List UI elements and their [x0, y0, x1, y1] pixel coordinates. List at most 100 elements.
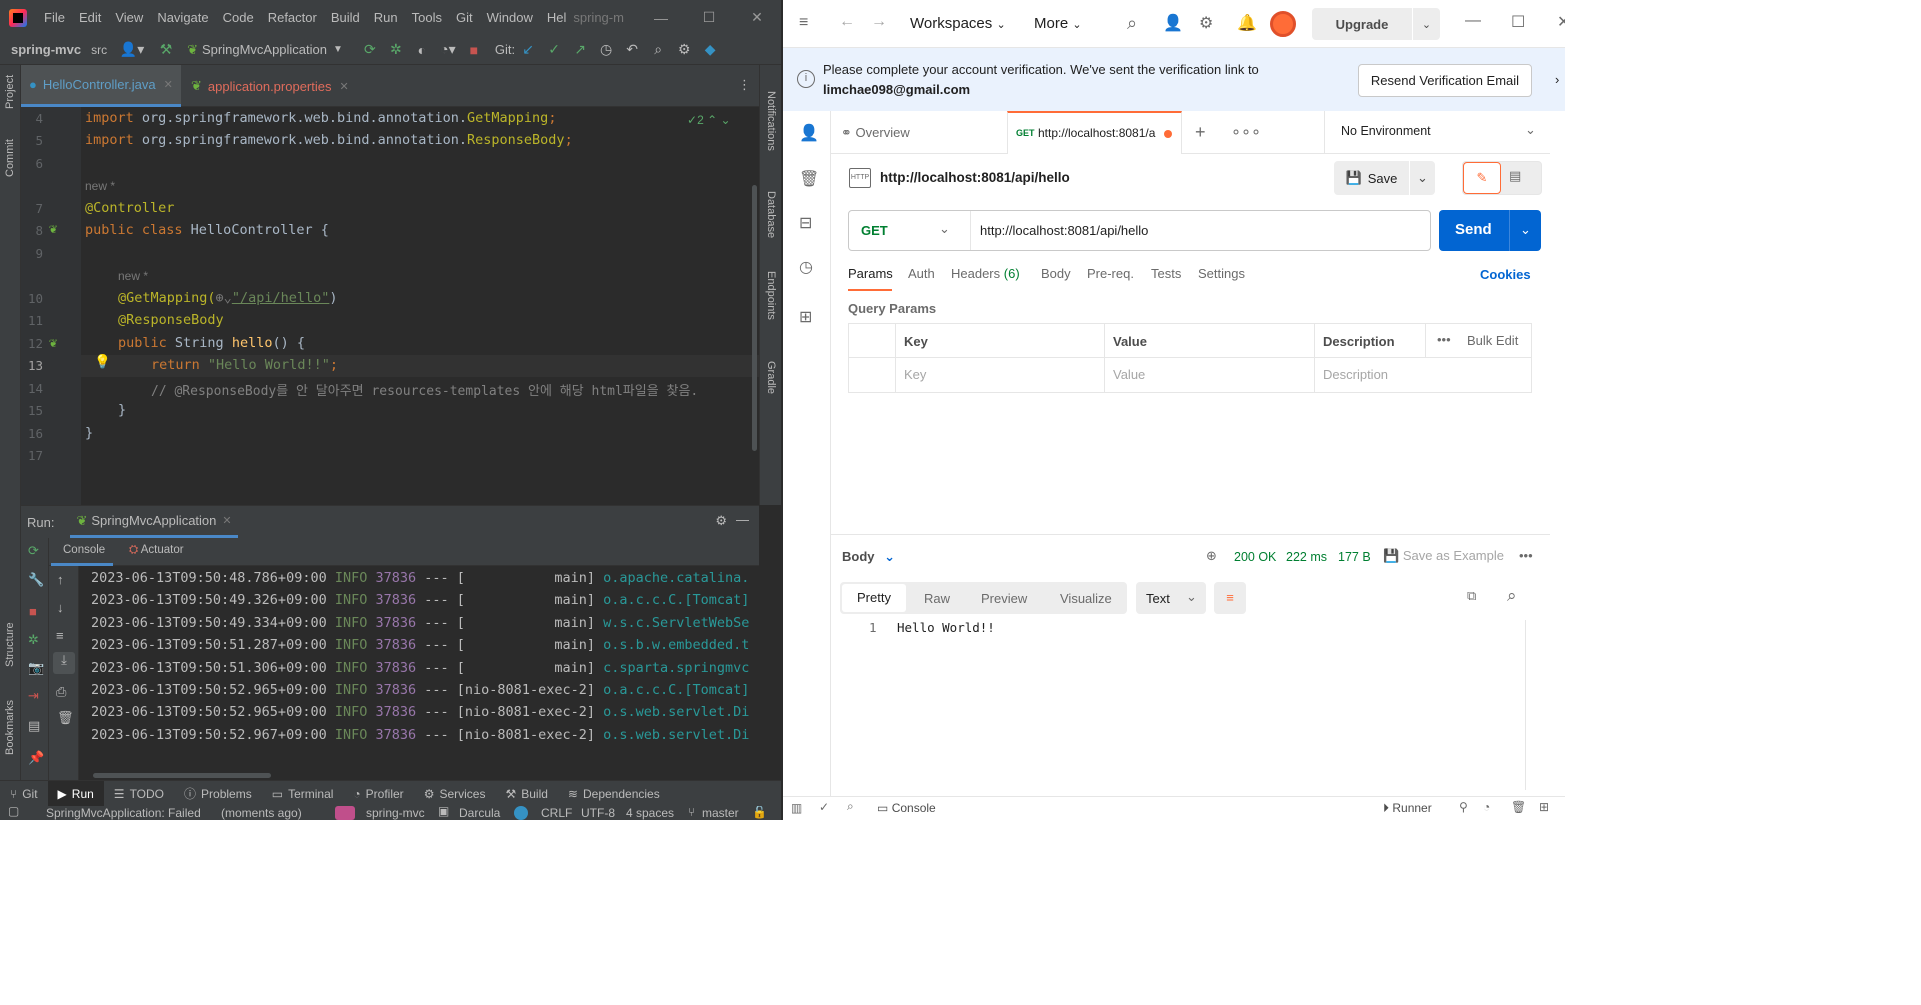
rerun-icon[interactable]: ⟳ [357, 39, 383, 61]
upgrade-dropdown[interactable]: ⌄ [1413, 8, 1440, 40]
tab-application-properties[interactable]: ❦ application.properties ✕ [183, 65, 373, 107]
bookmarks-tool-tab[interactable]: Bookmarks [4, 700, 16, 755]
minimize-panel-icon[interactable]: — [736, 512, 749, 527]
code-with-me-icon[interactable]: ◆ [697, 39, 723, 61]
banner-close-icon[interactable]: › [1555, 72, 1559, 87]
menu-file[interactable]: File [37, 10, 72, 25]
coverage-icon[interactable]: ◐ [409, 39, 435, 61]
run-config-selector[interactable]: ❦ SpringMvcApplication ▼ [187, 42, 343, 58]
log-cls[interactable]: o.a.c.c.C.[Tomcat] [603, 592, 749, 608]
add-widget-icon[interactable]: ⊞ [799, 307, 812, 327]
tool-tab-run[interactable]: ▶ Run [47, 780, 104, 807]
status-theme[interactable]: Darcula [459, 806, 500, 820]
menu-navigate[interactable]: Navigate [150, 10, 215, 25]
menu-build[interactable]: Build [324, 10, 367, 25]
new-tab-icon[interactable]: + [1195, 122, 1206, 143]
comment-icon[interactable]: ▤ [1509, 168, 1521, 184]
globe-hint-icon[interactable]: ⊕⌄ [216, 290, 232, 306]
code-editor[interactable]: 4 5 6 7 8 9 10 11 12 13 14 15 16 17 ❦ ❦ … [21, 107, 759, 505]
close-tab-icon[interactable]: ✕ [222, 514, 231, 527]
description-input[interactable]: Description [1323, 367, 1388, 382]
rollback-icon[interactable]: ↶ [619, 39, 645, 61]
build-hammer-icon[interactable]: ⚒ [153, 39, 179, 61]
menu-icon[interactable]: ≡ [799, 14, 808, 32]
menu-run[interactable]: Run [367, 10, 405, 25]
tab-auth[interactable]: Auth [908, 266, 935, 281]
tool-tab-terminal[interactable]: ▭ Terminal [262, 781, 344, 807]
value-input[interactable]: Value [1113, 367, 1145, 382]
settings-icon[interactable]: ⚙ [1199, 13, 1213, 33]
tab-tests[interactable]: Tests [1151, 266, 1181, 281]
layout-icon[interactable]: ⊞ [1539, 800, 1549, 814]
save-example-button[interactable]: 💾 Save as Example [1383, 548, 1504, 564]
bell-icon[interactable]: 🔔 [1237, 13, 1257, 33]
tab-overview[interactable]: ⚭ Overview [841, 125, 910, 141]
usage-hint[interactable]: new * [118, 269, 148, 283]
status-branch[interactable]: master [702, 806, 739, 820]
tool-tab-todo[interactable]: ☰ TODO [104, 781, 174, 807]
response-size[interactable]: 177 B [1338, 550, 1371, 564]
search-icon[interactable]: ⌕ [847, 799, 854, 814]
view-pretty[interactable]: Pretty [842, 584, 906, 612]
menu-git[interactable]: Git [449, 10, 480, 25]
project-tool-tab[interactable]: Project [4, 75, 16, 109]
gradle-tool-tab[interactable]: Gradle [765, 361, 777, 394]
more-tabs-icon[interactable]: ∘∘∘ [1231, 122, 1261, 142]
menu-window[interactable]: Window [480, 10, 540, 25]
save-dropdown[interactable]: ⌄ [1410, 161, 1435, 195]
log-cls[interactable]: o.apache.catalina. [603, 570, 749, 586]
down-arrow-icon[interactable]: ↓ [57, 600, 64, 615]
globe-icon[interactable]: ⊕ [1206, 548, 1217, 564]
profile-icon[interactable]: ◔▾ [435, 39, 461, 61]
git-update-icon[interactable]: ↙ [515, 39, 541, 61]
tool-tab-profiler[interactable]: ◔ Profiler [343, 781, 413, 807]
tab-headers[interactable]: Headers (6) [951, 266, 1020, 281]
resend-verification-button[interactable]: Resend Verification Email [1358, 64, 1532, 97]
response-body-selector[interactable]: Body ⌄ [842, 549, 895, 565]
up-arrow-icon[interactable]: ↑ [57, 572, 64, 587]
response-time[interactable]: 222 ms [1286, 550, 1327, 564]
tab-settings[interactable]: Settings [1198, 266, 1245, 281]
log-cls[interactable]: w.s.c.ServletWebSe [603, 615, 749, 631]
close-tab-icon[interactable]: ✕ [164, 78, 173, 91]
project-breadcrumb[interactable]: spring-mvc [11, 42, 81, 57]
invite-user-icon[interactable]: 👤 [1163, 13, 1183, 33]
save-button[interactable]: 💾 Save [1334, 161, 1409, 195]
menu-tools[interactable]: Tools [405, 10, 449, 25]
layout-icon[interactable]: ▤ [28, 718, 40, 734]
console-button[interactable]: ▭ Console [877, 801, 936, 815]
tool-tab-build[interactable]: ⚒ Build [495, 781, 557, 807]
check-icon[interactable]: ✓ [819, 800, 829, 814]
log-cls[interactable]: c.sparta.springmvc [603, 660, 749, 676]
tab-actuator[interactable]: ⛭ Actuator [129, 544, 184, 557]
wrap-lines-icon[interactable]: ≡ [1214, 582, 1246, 614]
wrench-icon[interactable]: 🔧 [28, 572, 44, 588]
notifications-tool-tab[interactable]: Notifications [765, 91, 777, 151]
history-icon[interactable]: ◷ [593, 39, 619, 61]
tab-hello-controller[interactable]: ● HelloController.java ✕ [21, 65, 181, 107]
print-icon[interactable]: ⎙ [56, 684, 66, 700]
settings-icon[interactable]: ⚙ [715, 513, 727, 529]
key-input[interactable]: Key [904, 367, 926, 382]
log-cls[interactable]: o.a.c.c.C.[Tomcat] [603, 682, 749, 698]
edit-mode-toggle[interactable]: ✎ ▤ [1462, 161, 1542, 195]
log-cls[interactable]: o.s.web.servlet.Di [603, 704, 749, 720]
capture-icon[interactable]: ⚲ [1459, 800, 1468, 814]
view-preview[interactable]: Preview [981, 591, 1027, 606]
tool-tab-problems[interactable]: ⓘ Problems [174, 781, 262, 807]
status-message[interactable]: SpringMvcApplication: Failed [46, 806, 201, 820]
log-cls[interactable]: o.s.web.servlet.Di [603, 727, 749, 743]
console-hscrollbar[interactable] [93, 773, 271, 778]
lock-icon[interactable]: 🔓 [752, 806, 767, 819]
menu-code[interactable]: Code [216, 10, 261, 25]
run-config-tab[interactable]: ❦ SpringMvcApplication ✕ [70, 506, 238, 538]
url-input[interactable] [972, 212, 1427, 249]
request-title[interactable]: http://localhost:8081/api/hello [880, 170, 1070, 185]
commit-tool-tab[interactable]: Commit [4, 139, 16, 177]
more-menu[interactable]: More ⌄ [1034, 15, 1082, 32]
maximize-icon[interactable]: ☐ [1511, 12, 1525, 32]
more-options-icon[interactable]: ••• [1519, 548, 1533, 563]
lightbulb-icon[interactable]: 💡 [94, 354, 111, 370]
exit-icon[interactable]: ⇥ [28, 688, 39, 704]
send-dropdown-icon[interactable]: ⌄ [1509, 210, 1541, 251]
